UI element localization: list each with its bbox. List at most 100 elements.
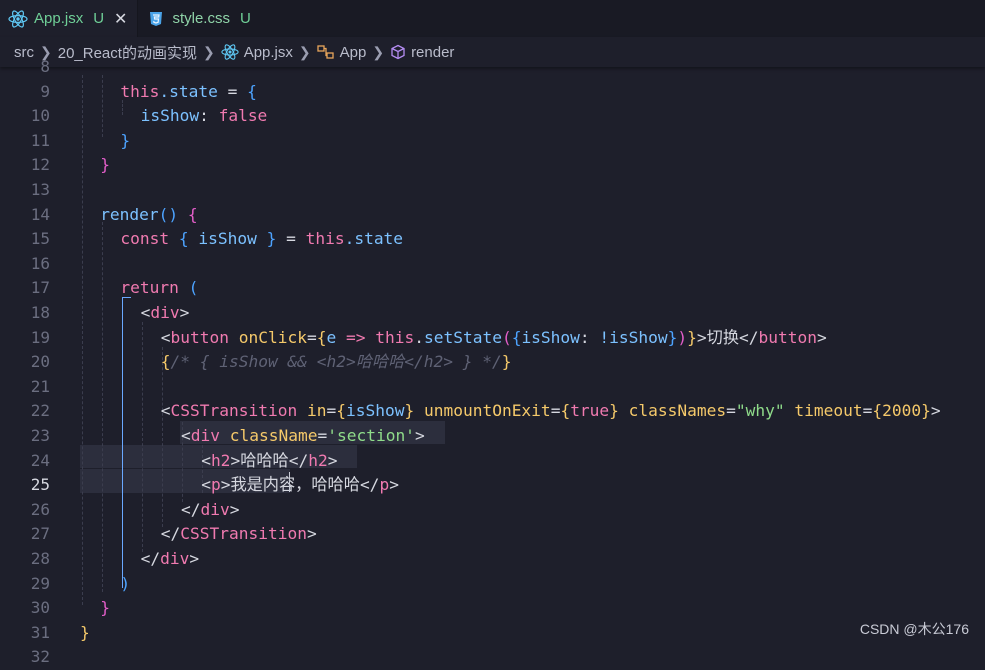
line-number: 11 (30, 130, 50, 150)
line-number: 23 (30, 426, 50, 445)
line-number: 9 (40, 81, 50, 101)
code-token: < (160, 401, 171, 421)
code-token: > (179, 303, 190, 322)
tab-app-jsx[interactable]: App.jsx U ✕ (0, 0, 139, 37)
code-line[interactable]: 12} (0, 153, 985, 178)
code-line[interactable]: 18 <div> (0, 301, 985, 326)
code-token: = (307, 327, 317, 347)
code-token: ( (501, 327, 512, 347)
code-token: = (317, 426, 328, 445)
code-token: className (220, 426, 318, 445)
code-text: this.state = { (120, 80, 256, 105)
code-token: </ (160, 524, 181, 544)
code-token: { (247, 81, 257, 101)
code-token: : (199, 106, 219, 126)
code-token: div (200, 499, 230, 519)
code-token: </ (181, 499, 201, 519)
code-line[interactable]: 23 <div className='section'> (0, 424, 985, 449)
code-token: </ (140, 549, 161, 568)
code-line[interactable]: 31} (0, 621, 985, 646)
code-line[interactable]: 22 <CSSTransition in={isShow} unmountOnEx… (0, 399, 985, 424)
code-editor[interactable]: 8 9 this.state = {10 isShow: false 11} 12} 13 1… (0, 57, 985, 666)
code-line[interactable]: 19 <button onClick={e => this.setState({i… (0, 326, 985, 351)
line-number: 20 (30, 352, 50, 372)
code-line[interactable]: 15 const { isShow } = this.state (0, 227, 985, 252)
code-line[interactable]: 28 </div> (0, 547, 985, 572)
code-line[interactable]: 20 {/* { isShow && <h2>哈哈哈</h2> } */} (0, 350, 985, 375)
code-line[interactable]: 17 return ( (0, 276, 985, 301)
code-token: </ (739, 327, 759, 347)
code-token: < (140, 303, 151, 322)
line-number: 24 (30, 450, 50, 470)
code-token: 我是内容，哈哈哈 (230, 475, 360, 495)
code-token: this (120, 81, 160, 101)
code-line[interactable]: 13 (0, 178, 985, 203)
code-text: <p>我是内容，哈哈哈</p> (201, 473, 399, 498)
code-text: <div className='section'> (181, 424, 425, 449)
code-token: > (930, 401, 941, 421)
line-number: 27 (30, 524, 50, 544)
code-line[interactable]: 8 (0, 55, 985, 80)
code-token: < (181, 426, 191, 445)
code-token: ( (188, 278, 199, 298)
code-line[interactable]: 25 <p>我是内容，哈哈哈</p> (0, 473, 985, 498)
code-token: div (160, 549, 190, 568)
code-token: CSSTransition (170, 401, 298, 421)
code-text: const { isShow } = this.state (120, 227, 403, 252)
code-text: } (120, 129, 130, 154)
code-line[interactable]: 14 render() { (0, 203, 985, 228)
code-token: const (120, 229, 170, 249)
code-line[interactable]: 16 (0, 252, 985, 277)
tab-style-css[interactable]: style.css U (138, 0, 261, 37)
code-token: < (201, 475, 211, 495)
code-line[interactable]: 27 </CSSTransition> (0, 522, 985, 547)
code-token: isShow (521, 327, 580, 347)
code-line[interactable]: 32 (0, 645, 985, 670)
code-token: false (218, 106, 268, 126)
code-line[interactable]: 11} (0, 129, 985, 154)
code-token: true (570, 401, 610, 421)
code-text: isShow: false (141, 104, 268, 129)
code-line[interactable]: 26 </div> (0, 498, 985, 523)
code-text: <h2>哈哈哈</h2> (201, 449, 337, 474)
line-number: 25 (30, 475, 50, 495)
line-number: 28 (30, 549, 50, 568)
code-token: { (316, 327, 327, 347)
code-token: > (189, 549, 200, 568)
code-line[interactable]: 29) (0, 572, 985, 597)
code-token: onClick (229, 327, 307, 347)
code-token: } (667, 327, 678, 347)
code-token: > (414, 426, 425, 445)
code-line[interactable]: 24 <h2>哈哈哈</h2> (0, 449, 985, 474)
code-token: ) (677, 327, 688, 347)
code-line[interactable]: 30} (0, 596, 985, 621)
code-line[interactable]: 21 (0, 375, 985, 400)
tab-label: style.css (172, 10, 230, 27)
code-token: p (210, 475, 221, 495)
code-token: { (560, 401, 571, 421)
code-token: unmountOnExit (414, 401, 551, 421)
line-number: 17 (30, 278, 50, 298)
line-number: 10 (30, 106, 50, 126)
text-cursor (289, 472, 290, 492)
line-number: 13 (30, 180, 50, 199)
tab-bar: App.jsx U ✕ style.css U (0, 0, 985, 37)
code-token: => (336, 327, 376, 347)
line-number: 26 (30, 499, 50, 519)
code-token: = (326, 401, 337, 421)
code-token: classNames (618, 401, 727, 421)
react-icon (8, 9, 28, 29)
close-icon[interactable]: ✕ (114, 9, 127, 29)
code-token: p (379, 475, 390, 495)
code-token: 'section' (327, 426, 415, 445)
code-text: <CSSTransition in={isShow} unmountOnExit… (161, 399, 941, 424)
code-token: > (229, 499, 240, 519)
code-text: } (100, 596, 110, 621)
code-token: this (375, 327, 415, 347)
code-line[interactable]: 9 this.state = { (0, 80, 985, 105)
code-line[interactable]: 10 isShow: false (0, 104, 985, 129)
tab-label: App.jsx (34, 10, 84, 27)
code-token: } (687, 327, 697, 347)
code-token: "why" (735, 401, 785, 421)
